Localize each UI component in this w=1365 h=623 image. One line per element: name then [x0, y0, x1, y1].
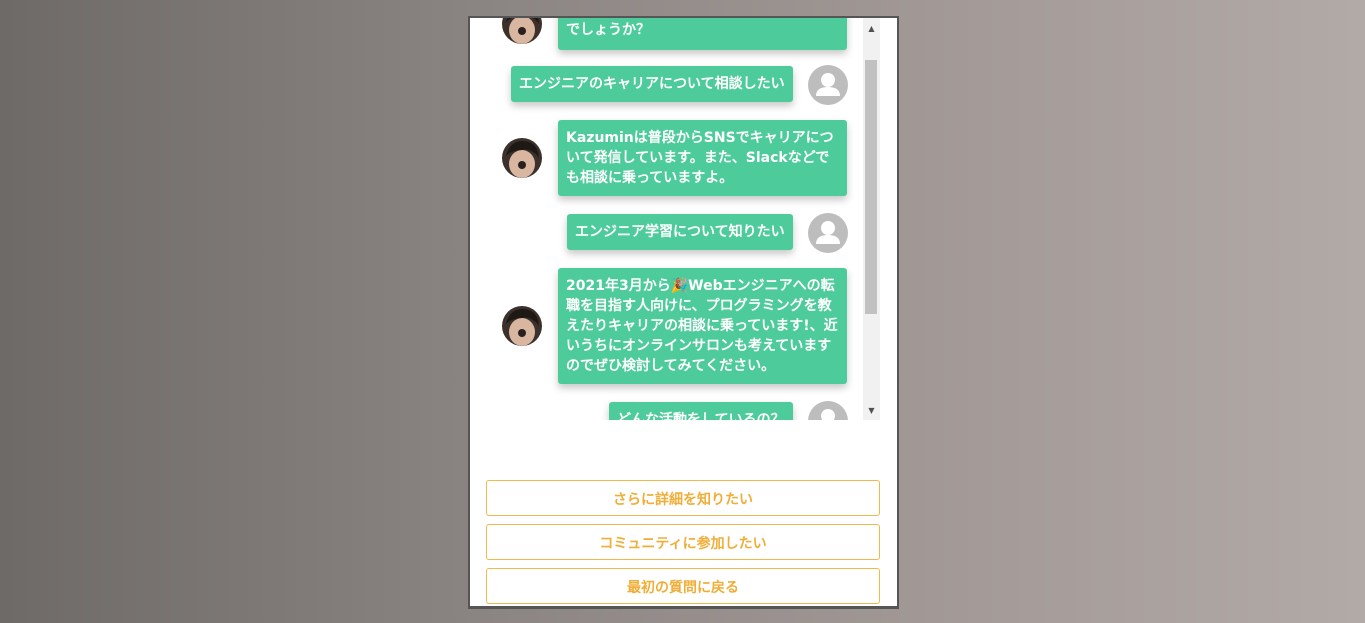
- user-message-row: エンジニアのキャリアについて相談したい: [470, 65, 881, 105]
- user-avatar-icon: [808, 401, 848, 420]
- bot-avatar: [502, 138, 542, 178]
- bot-message-bubble: でしょうか？: [558, 18, 847, 50]
- message-text: どんな活動をしているの？: [617, 412, 785, 420]
- user-message-row: エンジニア学習について知りたい: [470, 213, 881, 253]
- bot-message-row: Kazuminは普段からSNSでキャリアについて発信しています。また、Slack…: [470, 119, 881, 196]
- chat-scrollbar[interactable]: ▲ ▼: [863, 18, 880, 420]
- join-community-button[interactable]: コミュニティに参加したい: [486, 524, 880, 560]
- user-message-row: どんな活動をしているの？: [470, 401, 881, 420]
- user-message-bubble: エンジニア学習について知りたい: [567, 214, 793, 250]
- scroll-thumb[interactable]: [865, 60, 877, 314]
- chat-window: でしょうか？ エンジニアのキャリアについて相談したい Kazuminは普段からS…: [468, 16, 899, 609]
- chat-log[interactable]: でしょうか？ エンジニアのキャリアについて相談したい Kazuminは普段からS…: [470, 18, 881, 420]
- bot-avatar: [502, 306, 542, 346]
- message-text: エンジニア学習について知りたい: [575, 224, 785, 240]
- user-message-bubble: どんな活動をしているの？: [609, 402, 793, 420]
- user-avatar-icon: [808, 213, 848, 253]
- back-to-first-question-button[interactable]: 最初の質問に戻る: [486, 568, 880, 604]
- bot-message-bubble: 2021年3月から🎉Webエンジニアへの転職を目指す人向けに、プログラミングを教…: [558, 268, 847, 384]
- user-message-bubble: エンジニアのキャリアについて相談したい: [511, 66, 793, 102]
- bot-avatar: [502, 18, 542, 44]
- message-text: Kazuminは普段からSNSでキャリアについて発信しています。また、Slack…: [566, 130, 834, 186]
- scroll-up-arrow-icon[interactable]: ▲: [863, 20, 880, 37]
- user-avatar-icon: [808, 65, 848, 105]
- message-text: エンジニアのキャリアについて相談したい: [519, 76, 785, 92]
- message-text: でしょうか？: [566, 22, 650, 38]
- bot-message-bubble: Kazuminは普段からSNSでキャリアについて発信しています。また、Slack…: [558, 120, 847, 196]
- bot-message-row: でしょうか？: [470, 18, 881, 64]
- message-text: 2021年3月から🎉Webエンジニアへの転職を目指す人向けに、プログラミングを教…: [566, 278, 838, 374]
- scroll-down-arrow-icon[interactable]: ▼: [863, 402, 880, 419]
- bot-message-row: 2021年3月から🎉Webエンジニアへの転職を目指す人向けに、プログラミングを教…: [470, 267, 881, 384]
- more-details-button[interactable]: さらに詳細を知りたい: [486, 480, 880, 516]
